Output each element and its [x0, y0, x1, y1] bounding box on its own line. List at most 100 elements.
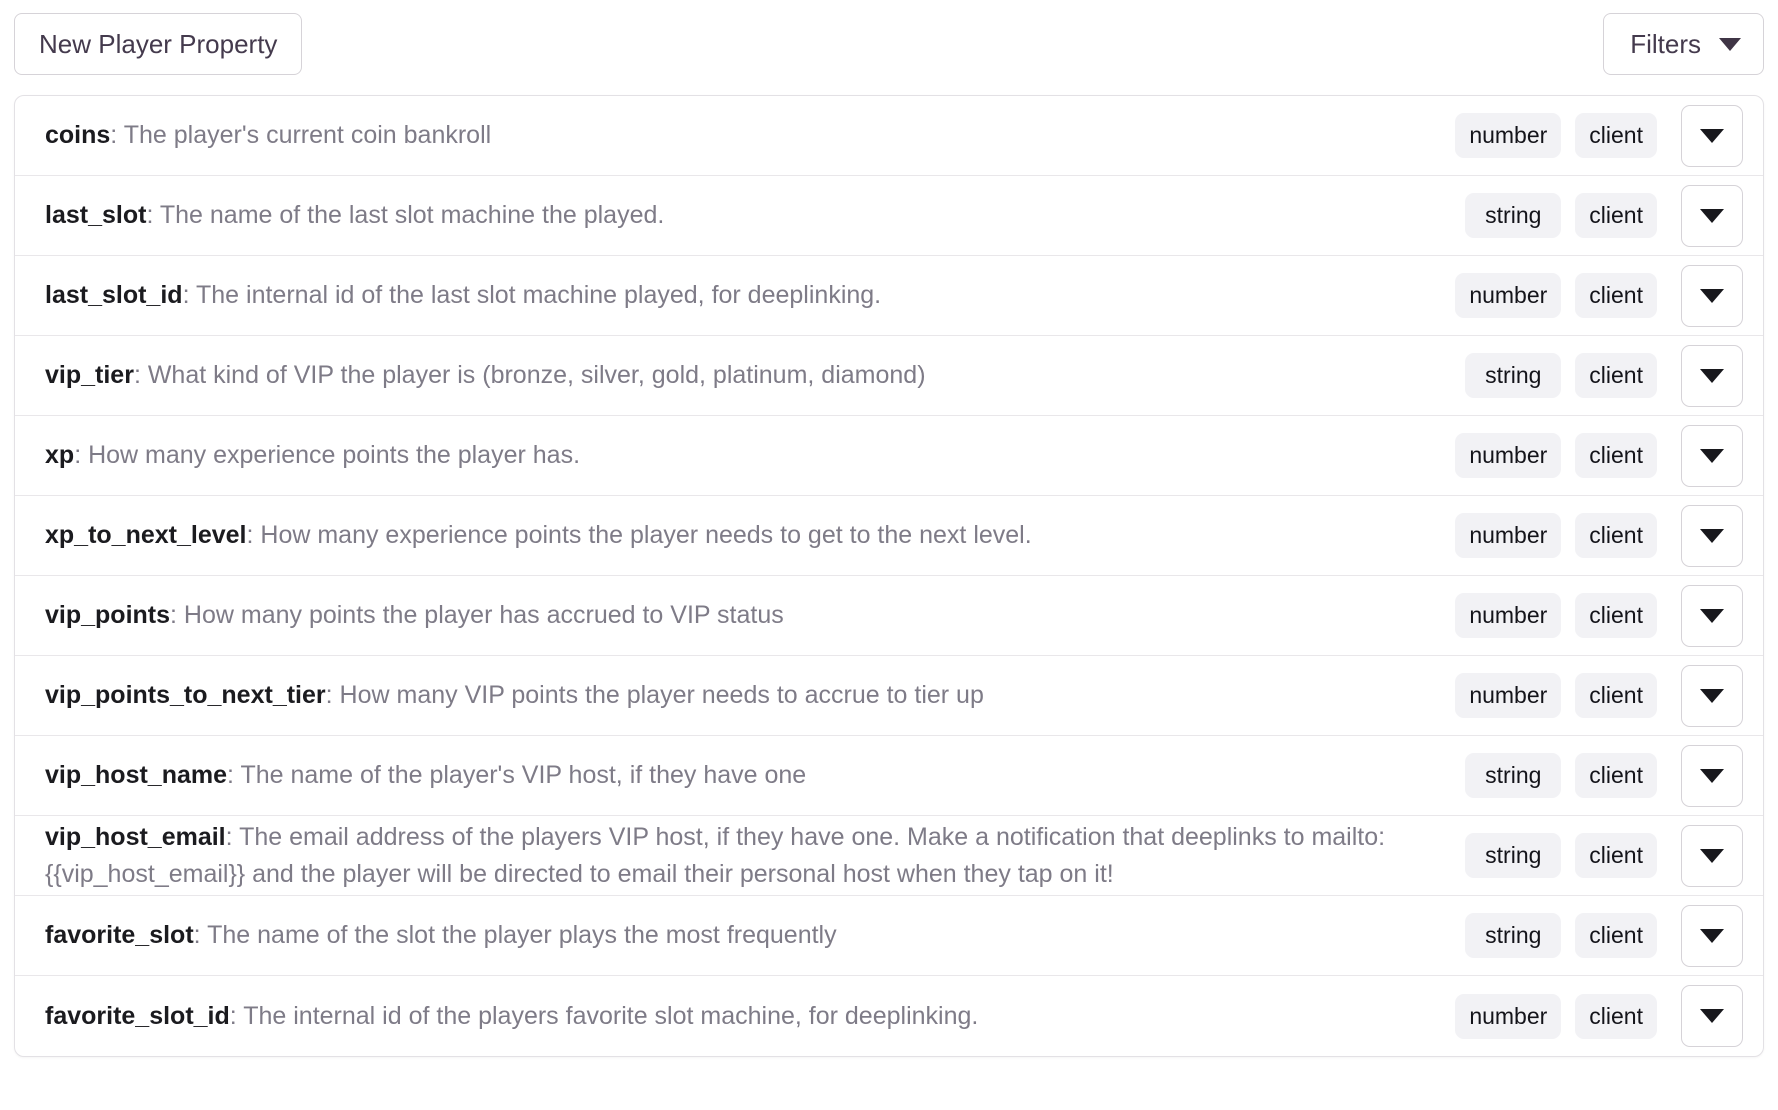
- chevron-down-icon: [1700, 288, 1724, 303]
- property-type-badge: number: [1455, 513, 1562, 558]
- filters-label: Filters: [1630, 29, 1701, 59]
- property-name: last_slot_id: [45, 281, 183, 310]
- property-row: vip_points: How many points the player h…: [15, 576, 1763, 656]
- property-description: favorite_slot_id: The internal id of the…: [45, 998, 1455, 1034]
- property-description: xp_to_next_level: How many experience po…: [45, 517, 1455, 553]
- property-description-text: : The name of the last slot machine the …: [146, 201, 665, 230]
- property-meta: number client: [1455, 424, 1743, 487]
- chevron-down-icon: [1719, 37, 1741, 51]
- property-description-text: : What kind of VIP the player is (bronze…: [133, 361, 926, 390]
- player-properties-page: New Player Property Filters coins: The p…: [0, 0, 1778, 1057]
- property-type-badge: number: [1455, 273, 1562, 318]
- property-meta: string client: [1465, 904, 1743, 967]
- property-row-menu-button[interactable]: [1681, 184, 1743, 247]
- property-meta: string client: [1465, 184, 1743, 247]
- property-row: favorite_slot: The name of the slot the …: [15, 896, 1763, 976]
- property-name: vip_host_email: [45, 823, 226, 852]
- property-row-menu-button[interactable]: [1681, 104, 1743, 167]
- property-name: xp_to_next_level: [45, 521, 247, 550]
- property-row-menu-button[interactable]: [1681, 744, 1743, 807]
- chevron-down-icon: [1700, 528, 1724, 543]
- property-meta: number client: [1455, 985, 1743, 1047]
- property-type-badge: string: [1465, 193, 1562, 238]
- property-row: xp_to_next_level: How many experience po…: [15, 496, 1763, 576]
- property-type-badge: number: [1455, 673, 1562, 718]
- property-description-text: : The name of the player's VIP host, if …: [227, 761, 807, 790]
- property-type-badge: string: [1465, 753, 1562, 798]
- property-scope-badge: client: [1575, 273, 1657, 318]
- property-type-badge: number: [1455, 993, 1562, 1039]
- property-name: vip_host_name: [45, 761, 228, 790]
- chevron-down-icon: [1700, 128, 1724, 143]
- property-description: xp: How many experience points the playe…: [45, 437, 1455, 473]
- property-scope-badge: client: [1575, 433, 1657, 478]
- property-row-menu-button[interactable]: [1681, 264, 1743, 327]
- property-row-menu-button[interactable]: [1681, 664, 1743, 727]
- property-meta: string client: [1465, 824, 1743, 887]
- property-description: vip_tier: What kind of VIP the player is…: [45, 357, 1465, 393]
- property-name: favorite_slot_id: [45, 1001, 230, 1030]
- chevron-down-icon: [1700, 768, 1724, 783]
- property-row: vip_tier: What kind of VIP the player is…: [15, 336, 1763, 416]
- property-type-badge: string: [1465, 353, 1562, 398]
- property-description: vip_host_email: The email address of the…: [45, 819, 1465, 892]
- property-row: vip_host_email: The email address of the…: [15, 816, 1763, 896]
- property-description: coins: The player's current coin bankrol…: [45, 117, 1455, 153]
- property-row: xp: How many experience points the playe…: [15, 416, 1763, 496]
- property-scope-badge: client: [1575, 193, 1657, 238]
- new-player-property-button[interactable]: New Player Property: [14, 13, 303, 75]
- property-row-menu-button[interactable]: [1681, 504, 1743, 567]
- property-scope-badge: client: [1575, 353, 1657, 398]
- property-description-text: : How many experience points the player …: [74, 441, 581, 470]
- chevron-down-icon: [1700, 208, 1724, 223]
- property-description-text: : How many experience points the player …: [246, 521, 1032, 550]
- property-meta: string client: [1465, 744, 1743, 807]
- property-scope-badge: client: [1575, 753, 1657, 798]
- player-property-list: coins: The player's current coin bankrol…: [14, 95, 1764, 1057]
- property-description-text: : The email address of the players VIP h…: [45, 823, 1386, 888]
- property-description-text: : The player's current coin bankroll: [110, 121, 492, 150]
- chevron-down-icon: [1700, 848, 1724, 863]
- toolbar: New Player Property Filters: [14, 10, 1764, 78]
- property-name: vip_points: [45, 601, 171, 630]
- chevron-down-icon: [1700, 448, 1724, 463]
- property-description: last_slot_id: The internal id of the las…: [45, 277, 1455, 313]
- property-row-menu-button[interactable]: [1681, 584, 1743, 647]
- property-row-menu-button[interactable]: [1681, 424, 1743, 487]
- property-meta: number client: [1455, 664, 1743, 727]
- property-row: last_slot_id: The internal id of the las…: [15, 256, 1763, 336]
- property-description-text: : How many VIP points the player needs t…: [325, 681, 984, 710]
- property-meta: number client: [1455, 264, 1743, 327]
- property-description: vip_points_to_next_tier: How many VIP po…: [45, 677, 1455, 713]
- property-type-badge: number: [1455, 433, 1562, 478]
- property-row-menu-button[interactable]: [1681, 985, 1743, 1047]
- chevron-down-icon: [1700, 1009, 1724, 1023]
- property-row: vip_host_name: The name of the player's …: [15, 736, 1763, 816]
- property-description: vip_points: How many points the player h…: [45, 597, 1455, 633]
- property-description-text: : The name of the slot the player plays …: [193, 921, 837, 950]
- property-meta: number client: [1455, 104, 1743, 167]
- property-name: vip_points_to_next_tier: [45, 681, 326, 710]
- property-description: favorite_slot: The name of the slot the …: [45, 917, 1465, 953]
- property-scope-badge: client: [1575, 673, 1657, 718]
- property-type-badge: string: [1465, 833, 1562, 878]
- property-row-menu-button[interactable]: [1681, 824, 1743, 887]
- property-row: favorite_slot_id: The internal id of the…: [15, 976, 1763, 1056]
- property-description-text: : The internal id of the last slot machi…: [182, 281, 882, 310]
- new-player-property-label: New Player Property: [39, 29, 278, 59]
- property-row-menu-button[interactable]: [1681, 344, 1743, 407]
- property-row-menu-button[interactable]: [1681, 904, 1743, 967]
- property-name: coins: [45, 121, 111, 150]
- property-name: last_slot: [45, 201, 147, 230]
- property-scope-badge: client: [1575, 833, 1657, 878]
- property-row: vip_points_to_next_tier: How many VIP po…: [15, 656, 1763, 736]
- property-type-badge: string: [1465, 913, 1562, 958]
- chevron-down-icon: [1700, 368, 1724, 383]
- property-meta: number client: [1455, 584, 1743, 647]
- property-description-text: : The internal id of the players favorit…: [229, 1001, 979, 1030]
- property-name: vip_tier: [45, 361, 134, 390]
- property-meta: string client: [1465, 344, 1743, 407]
- filters-button[interactable]: Filters: [1603, 13, 1764, 75]
- chevron-down-icon: [1700, 688, 1724, 703]
- property-row: last_slot: The name of the last slot mac…: [15, 176, 1763, 256]
